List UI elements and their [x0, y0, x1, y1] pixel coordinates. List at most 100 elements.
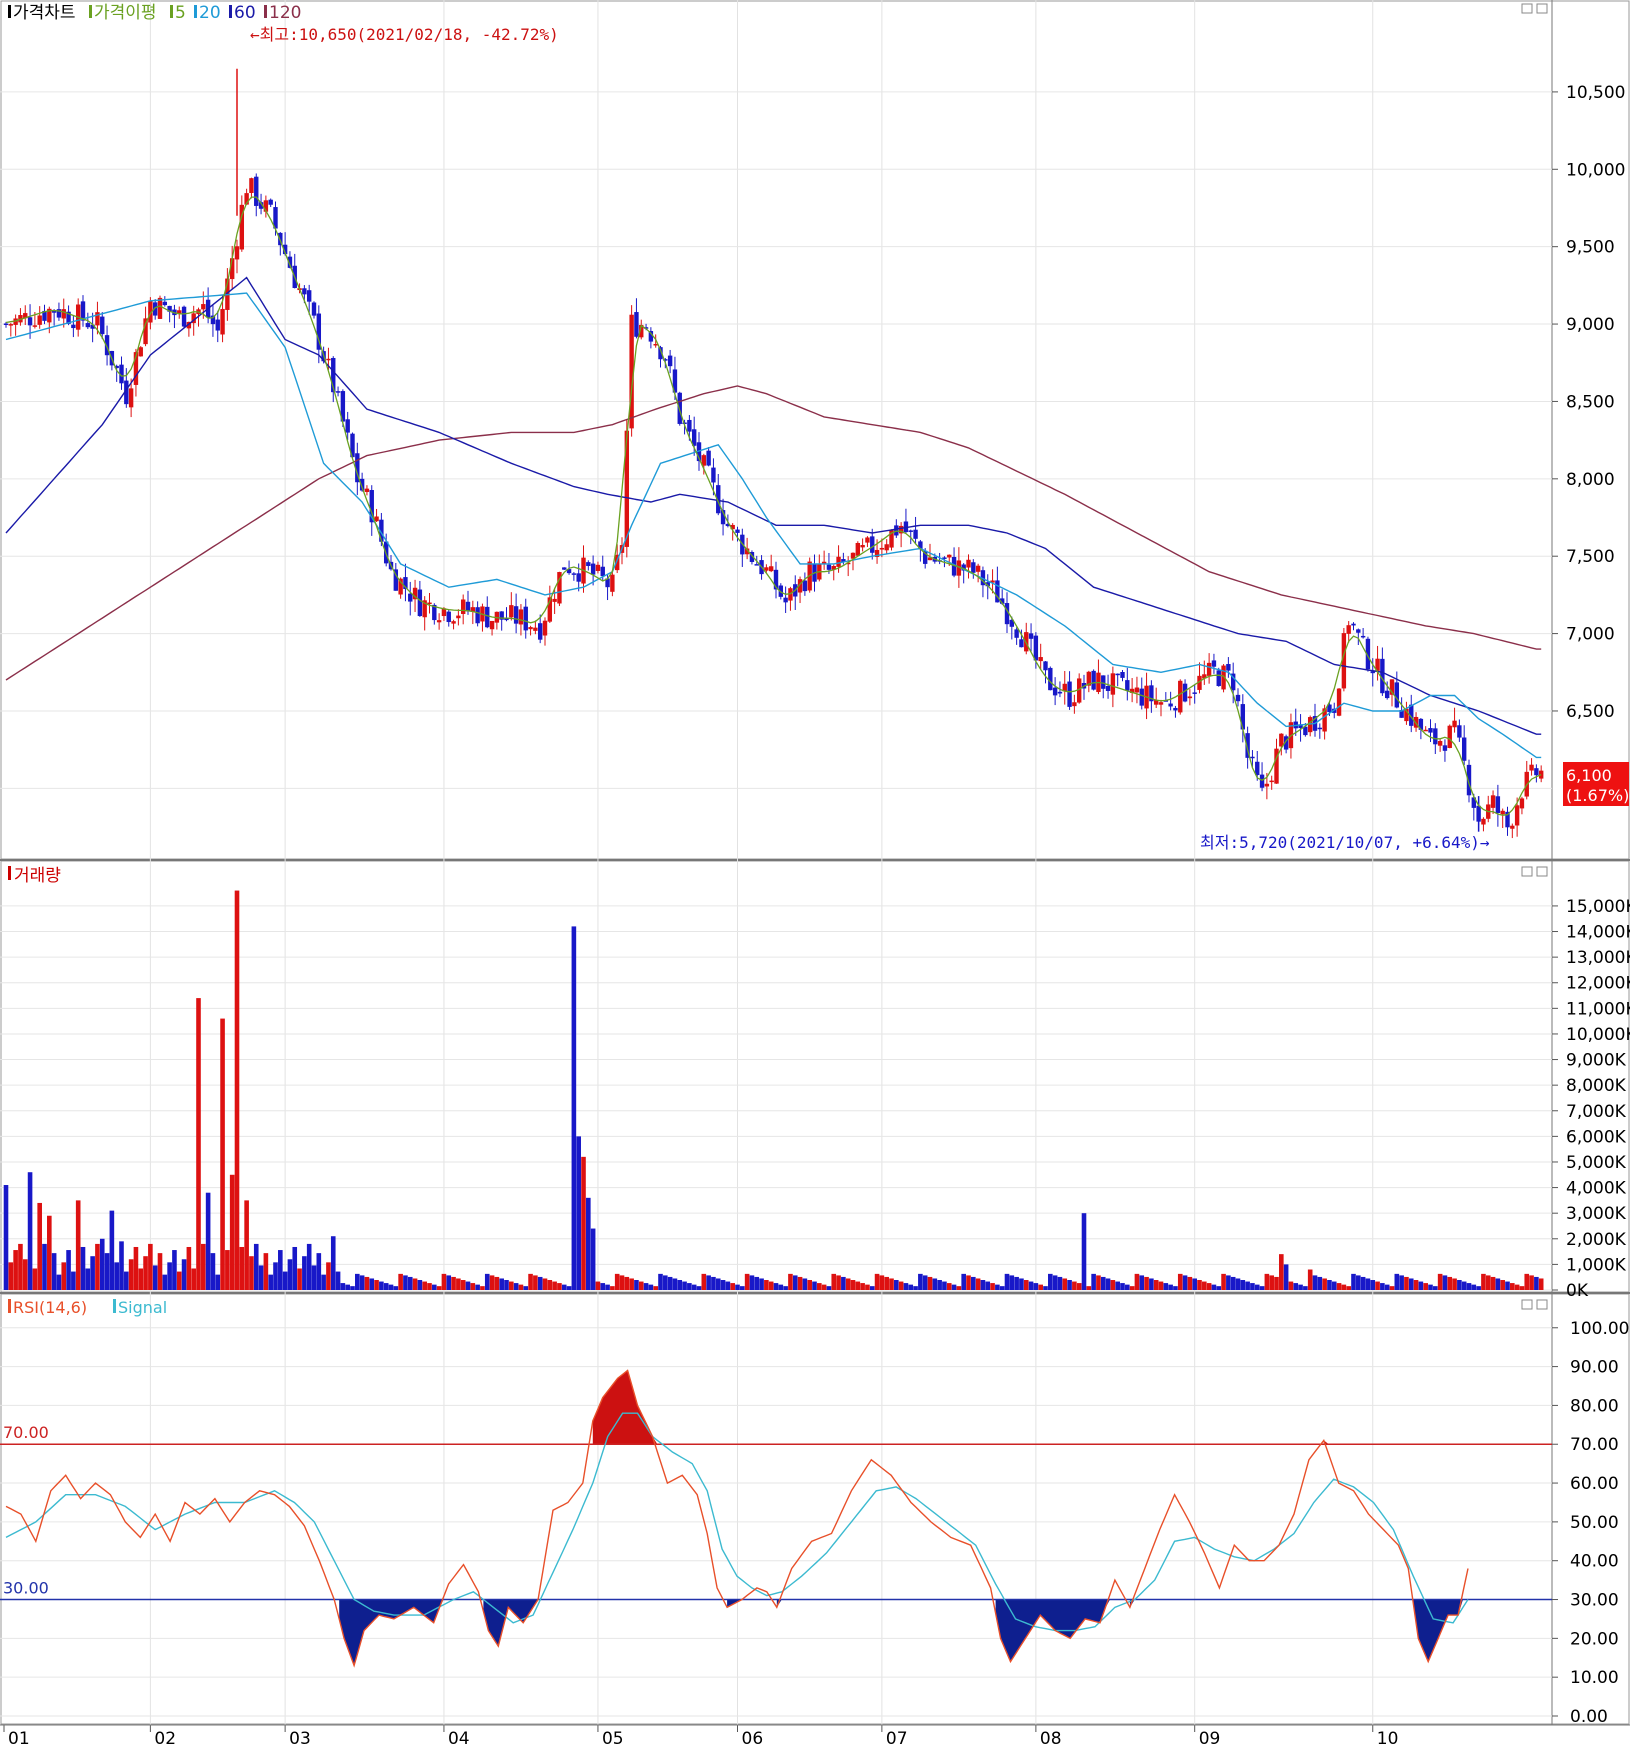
- volume-bar: [8, 1262, 14, 1290]
- rsi-tick-label: 0.00: [1570, 1707, 1608, 1727]
- candle-body: [1303, 726, 1308, 736]
- candle-body: [306, 290, 312, 302]
- candle-body: [446, 611, 451, 623]
- volume-bar: [1211, 1284, 1217, 1290]
- volume-bar: [42, 1243, 47, 1290]
- volume-bar: [1057, 1276, 1063, 1290]
- volume-bar: [56, 1274, 62, 1290]
- volume-bar: [687, 1283, 692, 1290]
- volume-bar: [1067, 1280, 1072, 1290]
- candle-body: [518, 609, 524, 625]
- volume-bar: [263, 1253, 269, 1290]
- candle-body: [600, 566, 605, 577]
- volume-bar: [470, 1283, 476, 1290]
- candle-body: [826, 564, 832, 570]
- volume-bar: [1524, 1273, 1530, 1290]
- candle-body: [533, 627, 538, 631]
- volume-bar: [1476, 1286, 1481, 1290]
- candle-body: [335, 391, 341, 393]
- volume-close-button[interactable]: [1536, 866, 1548, 877]
- volume-bar: [682, 1281, 687, 1290]
- volume-bar: [201, 1243, 206, 1290]
- month-label: 03: [289, 1729, 311, 1749]
- volume-bar: [1408, 1278, 1414, 1290]
- price-minimize-button[interactable]: [1521, 3, 1533, 14]
- volume-bar: [648, 1284, 654, 1290]
- price-tick-label: 9,500: [1566, 238, 1615, 258]
- volume-bar: [61, 1262, 67, 1290]
- candle-body: [1351, 623, 1356, 626]
- volume-bar: [533, 1275, 538, 1290]
- volume-bar: [869, 1286, 875, 1290]
- volume-title: 거래량: [14, 866, 61, 886]
- volume-bar: [1514, 1284, 1520, 1290]
- candle-body: [1442, 745, 1448, 751]
- last-change-label: (1.67%): [1566, 786, 1629, 805]
- candle-body: [254, 176, 259, 206]
- candle-body: [249, 178, 254, 193]
- volume-bar: [860, 1283, 865, 1290]
- candle-body: [523, 606, 528, 631]
- rsi-tick-label: 20.00: [1570, 1629, 1619, 1649]
- volume-bar: [75, 1200, 81, 1290]
- rsi-minimize-button[interactable]: [1521, 1299, 1533, 1310]
- volume-bar: [605, 1284, 610, 1290]
- volume-bar: [27, 1172, 33, 1290]
- volume-bar: [359, 1275, 365, 1290]
- volume-bar: [379, 1281, 384, 1290]
- candle-body: [1433, 728, 1438, 745]
- volume-tick-label: 9,000K: [1566, 1051, 1627, 1071]
- price-tick-label: 7,000: [1566, 625, 1615, 645]
- volume-bar: [879, 1275, 885, 1290]
- candle-body: [1495, 796, 1501, 813]
- candle-body: [71, 324, 76, 329]
- volume-bar: [278, 1250, 283, 1290]
- rsi-tick-label: 100.00: [1570, 1319, 1629, 1339]
- rsi-tick-label: 80.00: [1570, 1396, 1619, 1416]
- candle-body: [1394, 682, 1400, 708]
- rsi-close-button[interactable]: [1536, 1299, 1548, 1310]
- volume-bar: [205, 1192, 211, 1290]
- candle-body: [302, 288, 307, 295]
- volume-bar: [566, 1286, 572, 1290]
- candle-body: [1514, 805, 1520, 826]
- candle-body: [610, 574, 615, 592]
- volume-bar: [427, 1283, 432, 1290]
- rsi-panel: [0, 1293, 1630, 1725]
- candle-body: [855, 542, 861, 556]
- volume-bar: [364, 1276, 370, 1290]
- rsi-tick-label: 10.00: [1570, 1668, 1619, 1688]
- candle-body: [451, 621, 456, 624]
- volume-bar: [66, 1250, 71, 1290]
- volume-bar: [778, 1284, 784, 1290]
- volume-bar: [1399, 1275, 1404, 1290]
- price-close-button[interactable]: [1536, 3, 1548, 14]
- volume-bar: [215, 1274, 221, 1290]
- volume-bar: [143, 1256, 148, 1290]
- volume-bar: [1125, 1284, 1130, 1290]
- volume-tick-label: 1,000K: [1566, 1255, 1627, 1275]
- candle-body: [234, 246, 240, 260]
- candle-body: [768, 566, 774, 572]
- volume-bar: [985, 1281, 991, 1290]
- candle-body: [311, 302, 317, 316]
- candle-body: [576, 573, 581, 582]
- volume-bar: [711, 1276, 716, 1290]
- volume-bar: [244, 1200, 249, 1290]
- volume-bar: [1129, 1286, 1135, 1290]
- volume-bar: [542, 1278, 548, 1290]
- candle-body: [754, 564, 759, 566]
- volume-bar: [1187, 1276, 1193, 1290]
- volume-bar: [595, 1281, 601, 1290]
- volume-bar: [1341, 1284, 1347, 1290]
- volume-bar: [186, 1246, 192, 1290]
- volume-bar: [1163, 1283, 1169, 1290]
- volume-bar: [1279, 1254, 1284, 1290]
- volume-bar: [22, 1259, 28, 1290]
- volume-bar: [273, 1262, 278, 1290]
- volume-bar: [167, 1262, 172, 1290]
- volume-bar: [908, 1284, 914, 1290]
- candle-body: [1481, 818, 1486, 825]
- volume-minimize-button[interactable]: [1521, 866, 1533, 877]
- legend-swatch: [194, 5, 197, 18]
